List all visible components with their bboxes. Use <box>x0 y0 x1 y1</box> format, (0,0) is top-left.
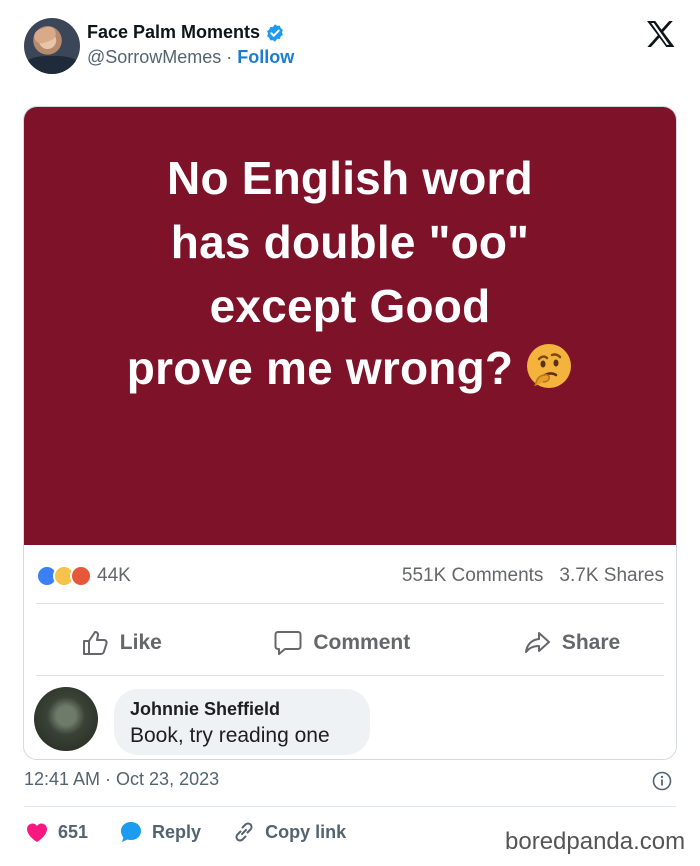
handle-separator: · <box>221 47 238 67</box>
author-handle[interactable]: @SorrowMemes <box>87 47 221 67</box>
share-icon <box>524 632 550 653</box>
meme-line-4: prove me wrong? <box>126 342 514 394</box>
stats-divider <box>36 603 664 604</box>
fb-comment-label: Comment <box>313 631 411 654</box>
reaction-summary[interactable]: 44K <box>36 565 131 587</box>
copy-link-label: Copy link <box>265 821 347 842</box>
reply-bubble-icon <box>121 822 142 842</box>
avatar-hand-detail <box>32 24 58 46</box>
meme-line-1: No English word <box>167 152 533 204</box>
shares-count: 3.7K Shares <box>559 565 664 586</box>
watermark: boredpanda.com <box>505 828 686 855</box>
thinking-face-icon <box>527 344 572 388</box>
meme-line-2: has double "oo" <box>170 216 530 268</box>
like-button[interactable]: 651 <box>24 819 88 845</box>
author-display-name[interactable]: Face Palm Moments <box>87 22 260 43</box>
thumbs-up-icon <box>82 631 108 655</box>
meme-line-4-row: prove me wrong? <box>24 341 676 395</box>
fb-like-label: Like <box>119 631 162 654</box>
footer-divider <box>24 806 676 807</box>
fb-like-button[interactable]: Like <box>80 628 162 658</box>
commenter-name: Johnnie Sheffield <box>130 699 281 719</box>
reply-button[interactable]: Reply <box>118 819 201 845</box>
follow-button[interactable]: Follow <box>237 47 294 67</box>
post-timestamp[interactable]: 12:41 AM · Oct 23, 2023 <box>24 769 219 790</box>
reaction-count: 44K <box>97 565 131 586</box>
avatar-suit-detail <box>24 56 80 74</box>
comments-count: 551K Comments <box>401 565 544 586</box>
embedded-screenshot[interactable]: No English word has double "oo" except G… <box>23 106 677 760</box>
comment-bubble: Johnnie Sheffield Book, try reading one <box>114 689 370 755</box>
engagement-bar: 651 Reply Copy link <box>24 815 376 849</box>
comment-icon <box>274 631 302 655</box>
x-logo-icon[interactable] <box>646 20 676 48</box>
verified-badge-icon <box>267 23 283 42</box>
tweet-header: Face Palm Moments @SorrowMemes · Follow <box>0 0 700 100</box>
meme-line-3: except Good <box>209 280 491 332</box>
reply-label: Reply <box>152 821 202 842</box>
info-icon[interactable] <box>652 771 672 791</box>
author-name-row: Face Palm Moments <box>87 22 285 43</box>
like-count: 651 <box>58 821 89 842</box>
angry-reaction-icon <box>70 565 92 587</box>
copy-link-button[interactable]: Copy link <box>231 819 346 845</box>
comment-text: Book, try reading one <box>130 724 330 747</box>
commenter-avatar <box>34 687 98 751</box>
fb-comment-button[interactable]: Comment <box>273 628 410 658</box>
post-stats: 551K Comments 3.7K Shares <box>402 565 664 587</box>
author-avatar[interactable] <box>24 18 80 74</box>
heart-icon <box>27 823 47 842</box>
fb-share-button[interactable]: Share <box>522 628 620 658</box>
fb-share-label: Share <box>561 631 621 654</box>
actions-divider <box>36 675 664 676</box>
link-icon <box>235 822 253 842</box>
author-handle-row: @SorrowMemes · Follow <box>87 47 294 68</box>
facebook-action-bar: Like Comment Share <box>24 619 676 667</box>
meme-image: No English word has double "oo" except G… <box>24 107 676 545</box>
